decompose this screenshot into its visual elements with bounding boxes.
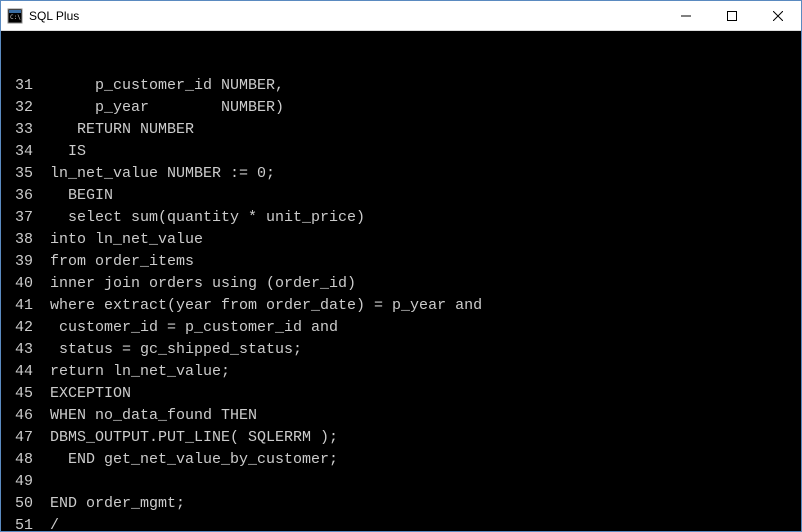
line-number: 39 bbox=[3, 251, 41, 273]
line-number: 42 bbox=[3, 317, 41, 339]
sqlplus-window: C:\ SQL Plus 31 p_customer_id NUMBER,32 … bbox=[0, 0, 802, 532]
titlebar[interactable]: C:\ SQL Plus bbox=[1, 1, 801, 31]
line-number: 32 bbox=[3, 97, 41, 119]
code-line: 43 status = gc_shipped_status; bbox=[3, 339, 799, 361]
line-number: 46 bbox=[3, 405, 41, 427]
app-icon: C:\ bbox=[7, 8, 23, 24]
code-line: 45 EXCEPTION bbox=[3, 383, 799, 405]
line-number: 37 bbox=[3, 207, 41, 229]
line-content: customer_id = p_customer_id and bbox=[41, 317, 799, 339]
code-line: 32 p_year NUMBER) bbox=[3, 97, 799, 119]
close-button[interactable] bbox=[755, 1, 801, 30]
code-line: 50 END order_mgmt; bbox=[3, 493, 799, 515]
line-number: 49 bbox=[3, 471, 41, 493]
line-content: p_year NUMBER) bbox=[41, 97, 799, 119]
code-line: 49 bbox=[3, 471, 799, 493]
line-number: 41 bbox=[3, 295, 41, 317]
code-line: 33 RETURN NUMBER bbox=[3, 119, 799, 141]
line-content: into ln_net_value bbox=[41, 229, 799, 251]
line-number: 35 bbox=[3, 163, 41, 185]
code-line: 40 inner join orders using (order_id) bbox=[3, 273, 799, 295]
line-content: p_customer_id NUMBER, bbox=[41, 75, 799, 97]
line-content: where extract(year from order_date) = p_… bbox=[41, 295, 799, 317]
line-content bbox=[41, 471, 799, 493]
line-number: 34 bbox=[3, 141, 41, 163]
line-content: ln_net_value NUMBER := 0; bbox=[41, 163, 799, 185]
minimize-button[interactable] bbox=[663, 1, 709, 30]
code-line: 36 BEGIN bbox=[3, 185, 799, 207]
line-number: 43 bbox=[3, 339, 41, 361]
line-content: inner join orders using (order_id) bbox=[41, 273, 799, 295]
code-line: 47 DBMS_OUTPUT.PUT_LINE( SQLERRM ); bbox=[3, 427, 799, 449]
line-content: WHEN no_data_found THEN bbox=[41, 405, 799, 427]
code-line: 44 return ln_net_value; bbox=[3, 361, 799, 383]
svg-text:C:\: C:\ bbox=[10, 14, 21, 21]
line-number: 38 bbox=[3, 229, 41, 251]
code-line: 46 WHEN no_data_found THEN bbox=[3, 405, 799, 427]
line-number: 48 bbox=[3, 449, 41, 471]
line-number: 36 bbox=[3, 185, 41, 207]
line-content: EXCEPTION bbox=[41, 383, 799, 405]
code-line: 37 select sum(quantity * unit_price) bbox=[3, 207, 799, 229]
maximize-button[interactable] bbox=[709, 1, 755, 30]
line-number: 51 bbox=[3, 515, 41, 531]
code-line: 51 / bbox=[3, 515, 799, 531]
terminal-output[interactable]: 31 p_customer_id NUMBER,32 p_year NUMBER… bbox=[1, 31, 801, 531]
line-content: return ln_net_value; bbox=[41, 361, 799, 383]
code-line: 38 into ln_net_value bbox=[3, 229, 799, 251]
code-line: 41 where extract(year from order_date) =… bbox=[3, 295, 799, 317]
line-content: RETURN NUMBER bbox=[41, 119, 799, 141]
line-content: END get_net_value_by_customer; bbox=[41, 449, 799, 471]
line-number: 50 bbox=[3, 493, 41, 515]
code-line: 48 END get_net_value_by_customer; bbox=[3, 449, 799, 471]
code-line: 39 from order_items bbox=[3, 251, 799, 273]
line-content: IS bbox=[41, 141, 799, 163]
code-line: 34 IS bbox=[3, 141, 799, 163]
code-line: 42 customer_id = p_customer_id and bbox=[3, 317, 799, 339]
line-number: 47 bbox=[3, 427, 41, 449]
window-title: SQL Plus bbox=[29, 9, 663, 23]
line-number: 33 bbox=[3, 119, 41, 141]
line-content: status = gc_shipped_status; bbox=[41, 339, 799, 361]
line-content: from order_items bbox=[41, 251, 799, 273]
line-content: BEGIN bbox=[41, 185, 799, 207]
line-content: / bbox=[41, 515, 799, 531]
code-line: 31 p_customer_id NUMBER, bbox=[3, 75, 799, 97]
line-content: END order_mgmt; bbox=[41, 493, 799, 515]
code-line: 35 ln_net_value NUMBER := 0; bbox=[3, 163, 799, 185]
window-controls bbox=[663, 1, 801, 30]
line-content: select sum(quantity * unit_price) bbox=[41, 207, 799, 229]
line-content: DBMS_OUTPUT.PUT_LINE( SQLERRM ); bbox=[41, 427, 799, 449]
line-number: 31 bbox=[3, 75, 41, 97]
line-number: 40 bbox=[3, 273, 41, 295]
line-number: 45 bbox=[3, 383, 41, 405]
line-number: 44 bbox=[3, 361, 41, 383]
